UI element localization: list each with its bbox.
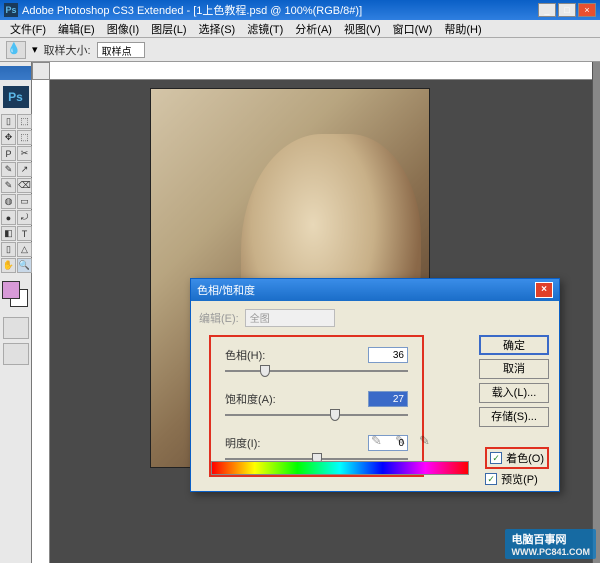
- menu-analysis[interactable]: 分析(A): [289, 21, 338, 37]
- tools-panel: Ps ▯ ⬚ ✥ ⬚ P ✂ ✎ ↗ ✎ ⌫ ◍ ▭ ● ⤾ ◧ T ▯ △ ✋…: [0, 62, 32, 563]
- save-button[interactable]: 存储(S)...: [479, 407, 549, 427]
- pen-tool[interactable]: ⤾: [17, 210, 32, 225]
- slice-tool[interactable]: ✂: [17, 146, 32, 161]
- right-panel-dock[interactable]: [592, 62, 600, 563]
- menu-window[interactable]: 窗口(W): [387, 21, 439, 37]
- preview-label: 预览(P): [501, 471, 538, 487]
- menu-select[interactable]: 选择(S): [193, 21, 242, 37]
- colorize-checkbox[interactable]: ✓: [490, 452, 502, 464]
- healing-tool[interactable]: ↗: [17, 162, 32, 177]
- menu-edit[interactable]: 编辑(E): [52, 21, 101, 37]
- saturation-thumb[interactable]: [330, 409, 340, 421]
- watermark: 电脑百事网 WWW.PC841.COM: [505, 529, 596, 559]
- lightness-label: 明度(I):: [225, 435, 260, 451]
- lasso-tool[interactable]: ✥: [1, 130, 16, 145]
- ruler-horizontal[interactable]: [50, 62, 592, 80]
- minimize-button[interactable]: _: [538, 3, 556, 17]
- menu-help[interactable]: 帮助(H): [438, 21, 487, 37]
- app-icon: Ps: [4, 3, 18, 17]
- brush-tool[interactable]: ✎: [1, 162, 16, 177]
- chevron-down-icon[interactable]: ▾: [32, 43, 38, 56]
- pencil-tool[interactable]: ✎: [1, 178, 16, 193]
- eyedropper-subtract-icon: ✎: [419, 433, 435, 449]
- sliders-highlight-box: 色相(H): 饱和度(A): 明度(I):: [209, 335, 424, 477]
- window-title: Adobe Photoshop CS3 Extended - [1上色教程.ps…: [22, 2, 538, 18]
- preview-checkbox[interactable]: ✓: [485, 473, 497, 485]
- sample-size-label: 取样大小:: [44, 42, 91, 58]
- title-bar: Ps Adobe Photoshop CS3 Extended - [1上色教程…: [0, 0, 600, 20]
- hue-strip: [211, 461, 469, 475]
- maximize-button[interactable]: □: [558, 3, 576, 17]
- gradient-tool[interactable]: ◍: [1, 194, 16, 209]
- eyedropper-icon: ✎: [371, 433, 387, 449]
- watermark-sub: WWW.PC841.COM: [511, 547, 590, 557]
- dialog-close-button[interactable]: ×: [535, 282, 553, 298]
- dodge-tool[interactable]: ●: [1, 210, 16, 225]
- ok-button[interactable]: 确定: [479, 335, 549, 355]
- path-tool[interactable]: ◧: [1, 226, 16, 241]
- saturation-slider[interactable]: [225, 409, 408, 421]
- ruler-vertical[interactable]: [32, 80, 50, 563]
- hue-slider[interactable]: [225, 365, 408, 377]
- hue-saturation-dialog: 色相/饱和度 × 编辑(E): 全图 色相(H): 饱和度(A):: [190, 278, 560, 492]
- colorize-label: 着色(O): [506, 450, 544, 466]
- ruler-corner: [32, 62, 50, 80]
- quick-mask-toggle[interactable]: [3, 317, 29, 339]
- preview-row: ✓ 预览(P): [485, 471, 549, 487]
- current-tool-icon[interactable]: 💧: [6, 41, 26, 59]
- ps-badge: Ps: [3, 86, 29, 108]
- type-tool[interactable]: T: [17, 226, 32, 241]
- dialog-title-bar[interactable]: 色相/饱和度 ×: [191, 279, 559, 301]
- dialog-title: 色相/饱和度: [197, 282, 535, 298]
- load-button[interactable]: 载入(L)...: [479, 383, 549, 403]
- edit-label: 编辑(E):: [199, 310, 239, 326]
- window-close-button[interactable]: ×: [578, 3, 596, 17]
- screen-mode-toggle[interactable]: [3, 343, 29, 365]
- menu-bar: 文件(F) 编辑(E) 图像(I) 图层(L) 选择(S) 滤镜(T) 分析(A…: [0, 20, 600, 38]
- watermark-main: 电脑百事网: [511, 534, 566, 546]
- rectangle-tool[interactable]: ▯: [1, 242, 16, 257]
- blur-tool[interactable]: ▭: [17, 194, 32, 209]
- hand-tool[interactable]: ✋: [1, 258, 16, 273]
- edit-combo: 全图: [245, 309, 335, 327]
- colorize-row: ✓ 着色(O): [485, 447, 549, 469]
- quick-select-tool[interactable]: ⬚: [17, 130, 32, 145]
- menu-layer[interactable]: 图层(L): [145, 21, 192, 37]
- hue-input[interactable]: [368, 347, 408, 363]
- hue-label: 色相(H):: [225, 347, 265, 363]
- hue-thumb[interactable]: [260, 365, 270, 377]
- menu-file[interactable]: 文件(F): [4, 21, 52, 37]
- saturation-input[interactable]: [368, 391, 408, 407]
- saturation-label: 饱和度(A):: [225, 391, 276, 407]
- eraser-tool[interactable]: ⌫: [17, 178, 32, 193]
- tools-panel-header[interactable]: [0, 66, 31, 80]
- zoom-tool[interactable]: 🔍: [17, 258, 32, 273]
- marquee-tool[interactable]: ⬚: [17, 114, 32, 129]
- shape-tool[interactable]: △: [17, 242, 32, 257]
- sample-size-select[interactable]: 取样点: [97, 42, 145, 58]
- crop-tool[interactable]: P: [1, 146, 16, 161]
- menu-view[interactable]: 视图(V): [338, 21, 387, 37]
- options-bar: 💧 ▾ 取样大小: 取样点: [0, 38, 600, 62]
- color-swatches[interactable]: [2, 281, 29, 307]
- cancel-button[interactable]: 取消: [479, 359, 549, 379]
- menu-image[interactable]: 图像(I): [101, 21, 145, 37]
- foreground-color[interactable]: [2, 281, 20, 299]
- menu-filter[interactable]: 滤镜(T): [241, 21, 289, 37]
- move-tool[interactable]: ▯: [1, 114, 16, 129]
- eyedropper-add-icon: ✎: [395, 433, 411, 449]
